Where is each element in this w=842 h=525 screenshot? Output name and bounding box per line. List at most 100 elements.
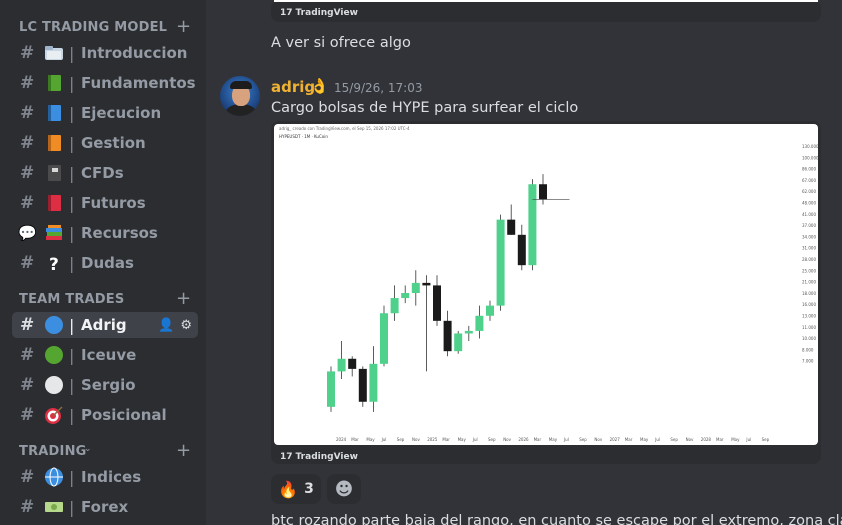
channel-gestion[interactable]: # | Gestion <box>12 130 198 156</box>
hash-icon: # <box>20 193 35 213</box>
time-tick-label: Nov <box>503 437 511 442</box>
category-label: TEAM TRADES <box>19 291 125 307</box>
channel-name: Adrig <box>81 316 127 334</box>
avatar-hat <box>230 81 252 89</box>
time-tick-label: Sep <box>762 437 770 442</box>
time-tick-label: 2027 <box>610 437 621 442</box>
time-tick-label: Sep <box>670 437 678 442</box>
channel-separator: | <box>69 497 75 517</box>
time-tick-label: Mar <box>716 437 724 442</box>
time-tick-label: Sep <box>579 437 587 442</box>
candle-body <box>475 315 484 331</box>
time-tick-label: Mar <box>442 437 450 442</box>
candle-body <box>528 184 537 266</box>
channel-adrig[interactable]: # | Adrig 👤 ⚙ <box>12 312 198 338</box>
red-book-icon <box>48 195 61 211</box>
price-tick-label: 25.000 <box>802 268 816 273</box>
channel-recursos[interactable]: 💬 | Recursos <box>12 220 198 246</box>
price-tick-label: 11.000 <box>802 325 816 330</box>
previous-embed[interactable]: 17 TradingView <box>271 0 821 22</box>
candle-body <box>369 363 378 402</box>
candle-body <box>401 293 410 299</box>
time-tick-label: 2026 <box>518 437 529 442</box>
time-tick-label: Nov <box>594 437 602 442</box>
question-mark-icon: ? <box>49 255 59 273</box>
chevron-down-icon: ⌄ <box>152 20 160 30</box>
channel-futuros[interactable]: # | Futuros <box>12 190 198 216</box>
channel-sidebar: LC TRADING MODEL ⌄ + # | Introduccion # … <box>0 0 206 525</box>
category-lc-trading-model[interactable]: LC TRADING MODEL ⌄ + <box>0 16 206 38</box>
candle-body <box>422 282 431 286</box>
create-invite-icon[interactable]: 👤 <box>158 318 174 333</box>
channel-posicional[interactable]: # | Posicional <box>12 402 198 428</box>
channel-ejecucion[interactable]: # | Ejecucion <box>12 100 198 126</box>
hash-icon: # <box>20 253 35 273</box>
tradingview-logo: 17 TradingView <box>280 452 358 462</box>
hash-icon: # <box>20 375 35 395</box>
candle-body <box>411 282 420 293</box>
green-circle-icon <box>45 346 63 364</box>
price-tick-label: 34.000 <box>802 234 816 239</box>
channel-actions: 👤 ⚙ <box>158 318 192 333</box>
channel-name: Gestion <box>81 134 146 152</box>
channel-name: Fundamentos <box>81 74 196 92</box>
role-badge-icon: 👌 <box>310 77 329 95</box>
time-tick-label: May <box>458 437 467 442</box>
time-tick-label: Jul <box>745 437 751 442</box>
time-tick-label: 2028 <box>701 437 712 442</box>
channel-indices[interactable]: # | Indices <box>12 464 198 490</box>
candle-body <box>390 298 399 314</box>
hash-icon: # <box>20 133 35 153</box>
channel-cfds[interactable]: # | CFDs <box>12 160 198 186</box>
add-channel-button[interactable]: + <box>176 18 191 36</box>
channel-name: Dudas <box>81 254 134 272</box>
category-label: TRADING <box>19 443 87 459</box>
add-channel-button[interactable]: + <box>176 290 191 308</box>
price-tick-label: 16.000 <box>802 302 816 307</box>
channel-name: Recursos <box>81 224 158 242</box>
time-tick-label: Mar <box>351 437 359 442</box>
price-tick-label: 8.000 <box>802 347 814 352</box>
category-label: LC TRADING MODEL <box>19 19 168 35</box>
username[interactable]: adrig <box>271 78 315 96</box>
candle-body <box>433 285 441 321</box>
category-team-trades[interactable]: TEAM TRADES ⌄ + <box>0 288 206 310</box>
channel-separator: | <box>69 103 75 123</box>
gear-icon[interactable]: ⚙ <box>180 318 192 333</box>
channel-fundamentos[interactable]: # | Fundamentos <box>12 70 198 96</box>
price-tick-label: 86.000 <box>802 167 816 172</box>
channel-forex[interactable]: # | Forex <box>12 494 198 520</box>
embed-image-edge <box>274 0 818 2</box>
channel-separator: | <box>69 253 75 273</box>
time-tick-label: May <box>366 437 375 442</box>
channel-dudas[interactable]: # ? | Dudas <box>12 250 198 276</box>
time-tick-label: Jul <box>381 437 387 442</box>
direct-hit-icon <box>45 406 63 424</box>
add-reaction-button[interactable]: ☻ <box>327 474 361 504</box>
price-tick-label: 18.000 <box>802 291 816 296</box>
channel-name: Ejecucion <box>81 104 162 122</box>
timestamp: 15/9/26, 17:03 <box>334 81 423 95</box>
blue-book-icon <box>48 105 61 121</box>
time-tick-label: 2025 <box>427 437 438 442</box>
time-tick-label: May <box>640 437 649 442</box>
category-trading[interactable]: TRADING ⌄ + <box>0 440 206 462</box>
channel-iceuve[interactable]: # | Iceuve <box>12 342 198 368</box>
candle-body <box>358 368 367 402</box>
hash-icon: # <box>20 103 35 123</box>
channel-separator: | <box>69 43 75 63</box>
time-tick-label: Mar <box>625 437 633 442</box>
chart-embed[interactable]: adrig_ creado con TradingView.com, el Se… <box>271 121 821 464</box>
add-channel-button[interactable]: + <box>176 442 191 460</box>
money-icon <box>45 502 63 512</box>
avatar[interactable] <box>220 76 260 116</box>
time-tick-label: Nov <box>686 437 694 442</box>
globe-icon <box>45 467 63 487</box>
channel-separator: | <box>69 193 75 213</box>
channel-sergio[interactable]: # | Sergio <box>12 372 198 398</box>
chart-image: adrig_ creado con TradingView.com, el Se… <box>274 124 818 445</box>
reaction-fire[interactable]: 🔥 3 <box>271 474 321 504</box>
chevron-down-icon: ⌄ <box>116 292 124 302</box>
channel-introduccion[interactable]: # | Introduccion <box>12 40 198 66</box>
time-tick-label: Sep <box>397 437 405 442</box>
